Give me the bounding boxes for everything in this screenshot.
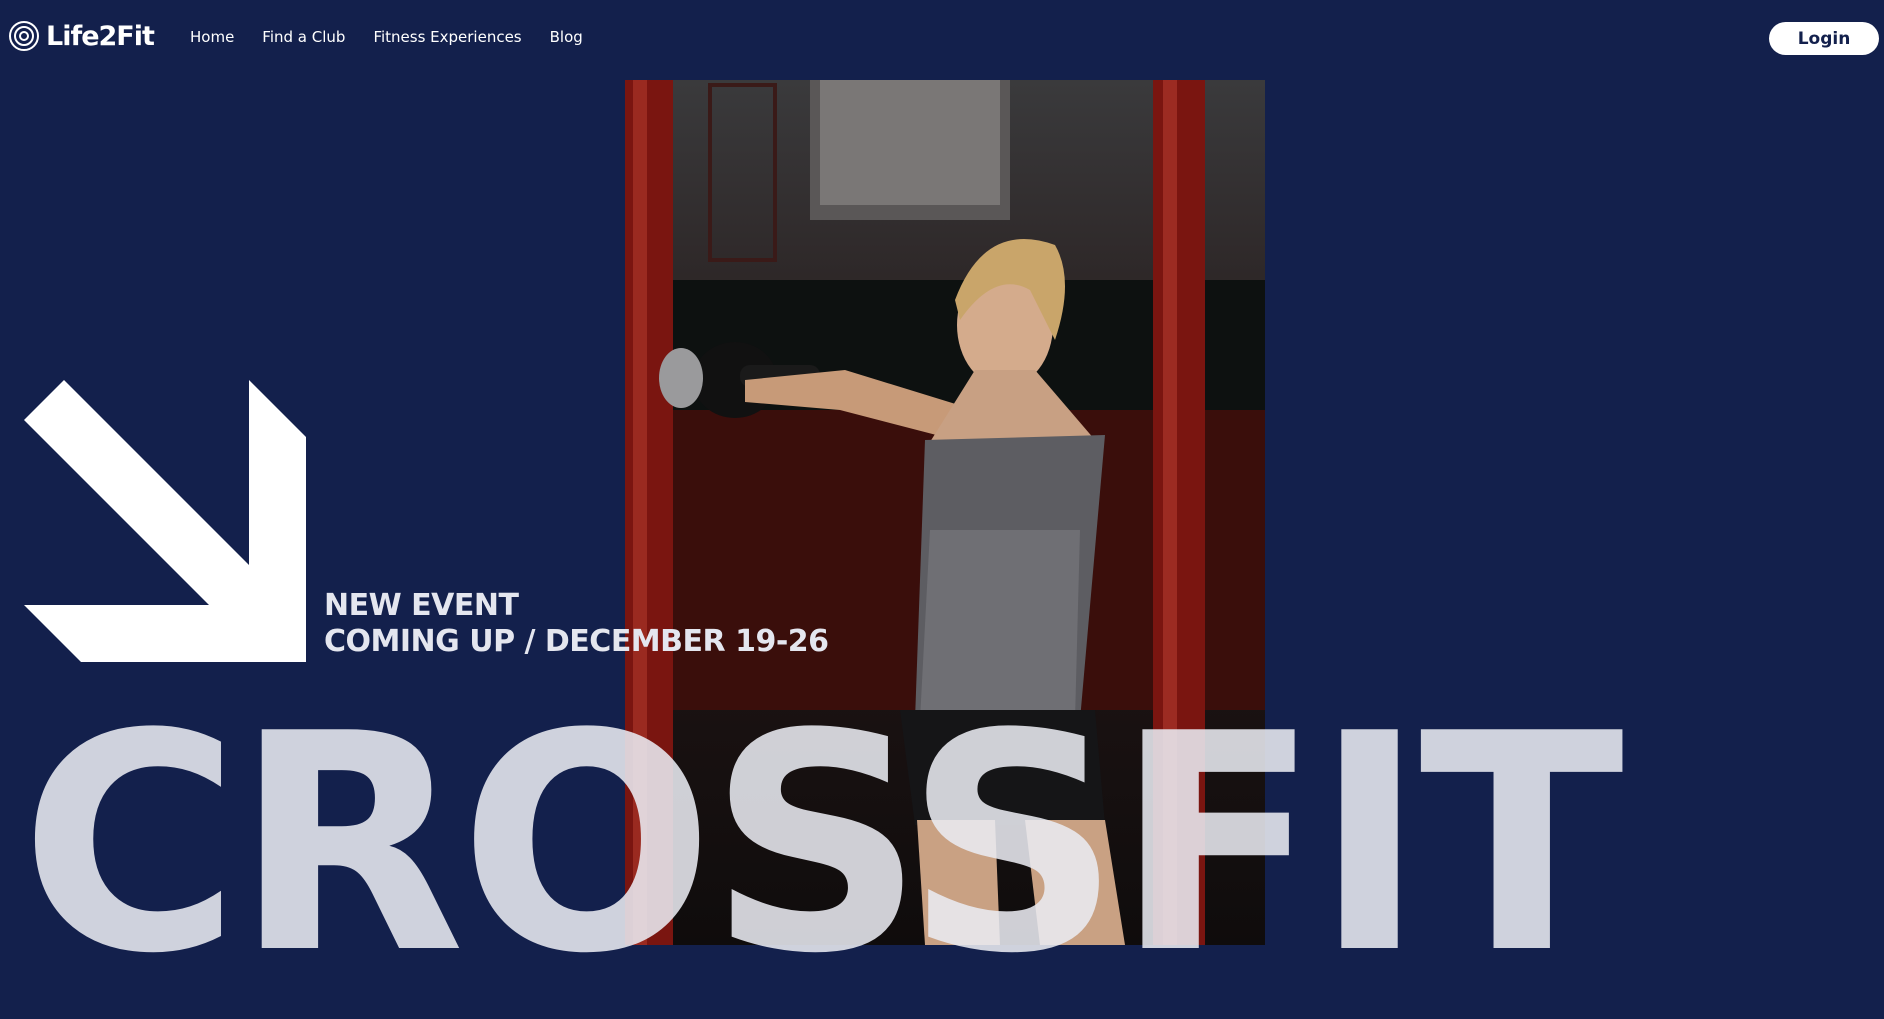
nav-link-find-a-club[interactable]: Find a Club: [262, 28, 345, 46]
nav-link-home[interactable]: Home: [190, 28, 234, 46]
brand-name: Life2Fit: [46, 20, 155, 52]
nav-link-blog[interactable]: Blog: [550, 28, 583, 46]
top-nav: Life2Fit Home Find a Club Fitness Experi…: [0, 0, 1884, 76]
login-button[interactable]: Login: [1769, 22, 1879, 55]
concentric-circle-logo-icon: [9, 21, 39, 51]
hero-headline: CROSSFIT: [20, 670, 1624, 1019]
brand-logo[interactable]: Life2Fit: [8, 20, 155, 52]
event-line-2: COMING UP / DECEMBER 19-26: [324, 624, 829, 659]
nav-link-fitness-experiences[interactable]: Fitness Experiences: [373, 28, 521, 46]
arrow-down-right-icon: [24, 380, 306, 662]
event-announcement: NEW EVENT COMING UP / DECEMBER 19-26: [324, 588, 829, 660]
nav-links: Home Find a Club Fitness Experiences Blo…: [190, 28, 583, 46]
event-line-1: NEW EVENT: [324, 588, 519, 623]
